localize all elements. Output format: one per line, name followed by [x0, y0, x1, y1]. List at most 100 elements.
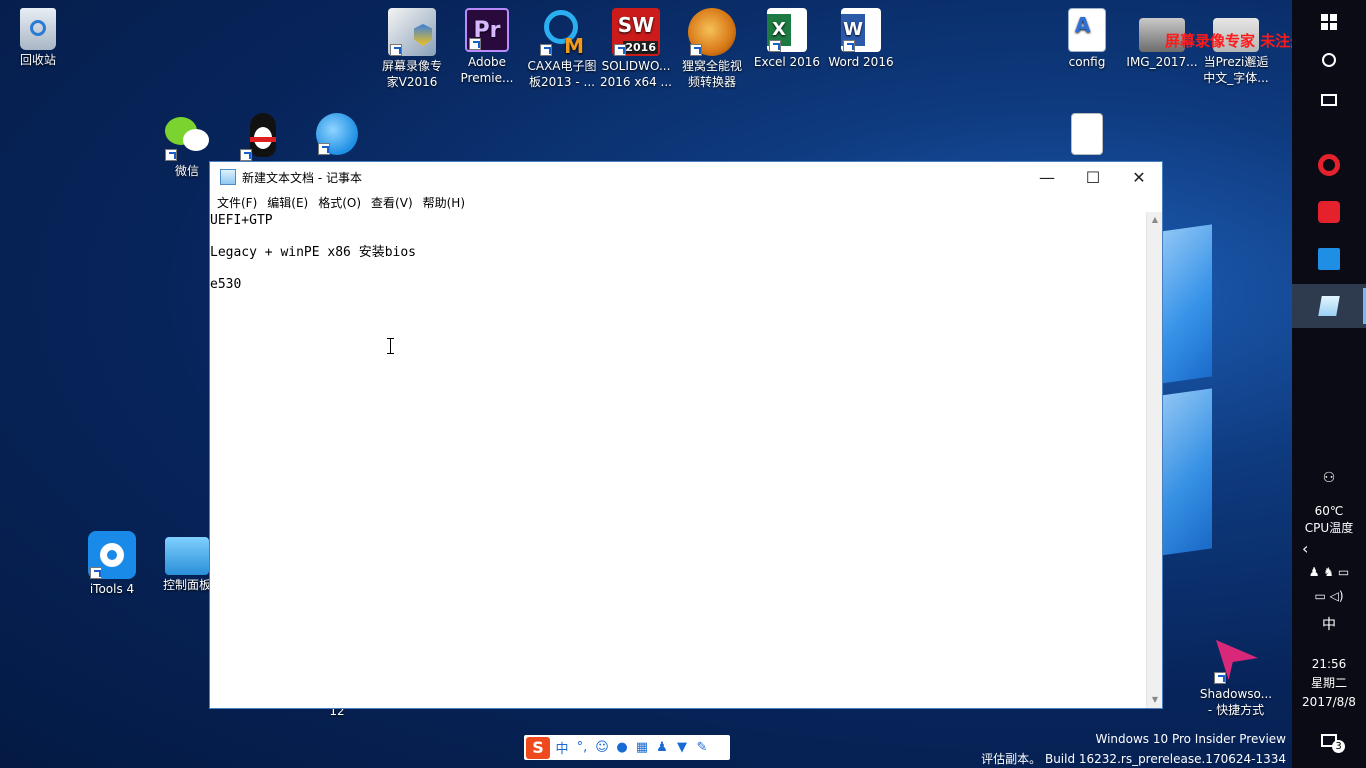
ime-toolbar[interactable]: S 中 °, ☺ ● ▦ ♟ ▼ ✎ [524, 735, 730, 760]
windows-start-icon [1321, 14, 1337, 30]
desktop-icon-label: 屏幕录像专 [381, 59, 442, 73]
skin-shirt-icon[interactable]: ▼ [674, 740, 690, 755]
word-icon: W [841, 8, 881, 52]
desktop-icon-excel[interactable]: X Excel 2016 [749, 8, 825, 70]
desktop-icon-screen-recorder[interactable]: 屏幕录像专 家V2016 [374, 8, 450, 90]
text-line: e530 [210, 277, 242, 292]
window-title: 新建文本文档 - 记事本 [242, 170, 362, 185]
task-view-button[interactable] [1292, 78, 1366, 122]
video-converter-icon [688, 8, 736, 56]
desktop-icon-label: 回收站 [19, 53, 56, 67]
qq-penguin-icon [238, 113, 286, 161]
menu-view[interactable]: 查看(V) [368, 194, 420, 211]
desktop-icon-label: Adobe [468, 55, 506, 69]
task-view-icon [1321, 94, 1337, 106]
desktop-icon-label: IMG_2017... [1126, 55, 1198, 69]
taskbar-app-blue[interactable] [1292, 237, 1366, 281]
windows-edition: Windows 10 Pro Insider Preview [1095, 732, 1286, 746]
menu-help[interactable]: 帮助(H) [420, 194, 472, 211]
wrench-icon[interactable]: ✎ [694, 740, 710, 755]
cpu-temp: 60℃ [1314, 504, 1344, 518]
microphone-icon[interactable]: ● [614, 740, 630, 755]
notification-icon: 3 [1321, 733, 1345, 753]
desktop-icon-shadowsocks[interactable]: Shadowso... - 快捷方式 [1198, 636, 1274, 718]
caxa-icon: M [538, 8, 586, 56]
desktop-icon-label: 频转换器 [687, 75, 736, 89]
ime-mode[interactable]: 中 [554, 738, 570, 757]
desktop-icon-label: 当Prezi邂逅 [1203, 55, 1269, 69]
clock-weekday[interactable]: 星期二 [1292, 675, 1366, 692]
text-line: Legacy + winPE x86 安装bios [210, 245, 417, 260]
clock-date[interactable]: 2017/8/8 [1292, 694, 1366, 711]
desktop-icon-caxa[interactable]: M CAXA电子图 板2013 - ... [524, 8, 600, 90]
chevron-left-icon[interactable]: ‹ [1292, 540, 1366, 557]
tray-icons-row1[interactable]: ♟ ♞ ▭ [1292, 564, 1366, 581]
desktop-icon-label: 狸窝全能视 [681, 59, 742, 73]
taskbar: ⚇ 60℃ CPU温度 ‹ ♟ ♞ ▭ ▭ ◁) 中 21:56 星期二 201… [1292, 0, 1366, 768]
notepad-titlebar[interactable]: 新建文本文档 - 记事本 — ☐ ✕ [210, 162, 1162, 192]
solidworks-icon: SW 2016 [612, 8, 660, 56]
wechat-icon [163, 113, 211, 161]
scroll-up-icon[interactable]: ▲ [1147, 212, 1163, 228]
windows-build: 评估副本。 Build 16232.rs_prerelease.170624-1… [981, 752, 1286, 766]
desktop-icon-recycle-bin[interactable]: 回收站 [0, 8, 76, 68]
action-center-button[interactable]: 3 [1292, 720, 1366, 760]
user-icon[interactable]: ♟ [654, 740, 670, 755]
keyboard-icon[interactable]: ▦ [634, 740, 650, 755]
desktop-icon-label: CAXA电子图 [527, 59, 597, 73]
taskbar-notepad[interactable] [1292, 284, 1366, 328]
text-line [210, 261, 1146, 277]
close-button[interactable]: ✕ [1116, 162, 1162, 192]
desktop-icon-qq[interactable] [224, 113, 300, 163]
desktop-icon-label: iTools 4 [89, 582, 135, 596]
desktop-icon-config[interactable]: A config [1049, 8, 1125, 70]
text-editor[interactable]: UEFI+GTP Legacy + winPE x86 安装bios e530 [210, 212, 1146, 708]
network-volume-icons[interactable]: ▭ ◁) [1292, 588, 1366, 605]
paper-plane-icon [1212, 636, 1260, 684]
desktop-icon-word[interactable]: W Word 2016 [823, 8, 899, 70]
control-panel-icon [165, 537, 209, 575]
cpu-temp-label: CPU温度 [1304, 521, 1354, 535]
desktop-icon-label: Word 2016 [828, 55, 894, 69]
emoji-icon[interactable]: ☺ [594, 740, 610, 755]
menu-format[interactable]: 格式(O) [315, 194, 368, 211]
cortana-button[interactable] [1292, 38, 1366, 82]
notepad-icon [220, 169, 236, 185]
desktop-icon-label: 2016 x64 ... [600, 75, 672, 89]
desktop-icon-label: Shadowso... [1199, 687, 1273, 701]
menu-file[interactable]: 文件(F) [214, 194, 264, 211]
itools-icon [88, 531, 136, 579]
notepad-window[interactable]: 新建文本文档 - 记事本 — ☐ ✕ 文件(F) 编辑(E) 格式(O) 查看(… [209, 161, 1163, 709]
ibeam-cursor-icon [387, 338, 396, 354]
sogou-logo-icon[interactable]: S [526, 736, 550, 759]
taskbar-opera[interactable] [1292, 143, 1366, 187]
people-icon[interactable]: ⚇ [1292, 470, 1366, 487]
opera-icon [1318, 154, 1340, 176]
desktop-icon-label: Excel 2016 [753, 55, 821, 69]
desktop-icon-blue-app[interactable] [299, 113, 375, 157]
desktop-icon-label: 板2013 - ... [529, 75, 595, 89]
recycle-bin-icon [20, 8, 56, 50]
menu-edit[interactable]: 编辑(E) [264, 194, 315, 211]
taskbar-netease-music[interactable] [1292, 190, 1366, 234]
desktop-icon-blank-file[interactable] [1049, 113, 1125, 157]
desktop-icon-video-converter[interactable]: 狸窝全能视 频转换器 [674, 8, 750, 90]
blue-bubble-icon [316, 113, 358, 155]
screen-recorder-icon [388, 8, 436, 56]
scroll-down-icon[interactable]: ▼ [1147, 692, 1163, 708]
ime-punctuation[interactable]: °, [574, 740, 590, 755]
maximize-button[interactable]: ☐ [1070, 162, 1116, 192]
blue-grid-app-icon [1318, 248, 1340, 270]
desktop-icon-label: 家V2016 [386, 75, 438, 89]
blank-file-icon [1071, 113, 1103, 155]
clock-time[interactable]: 21:56 [1292, 656, 1366, 673]
desktop-icon-premiere[interactable]: Pr Adobe Premie... [449, 8, 525, 86]
text-document-icon: A [1068, 8, 1106, 52]
desktop-icon-solidworks[interactable]: SW 2016 SOLIDWO... 2016 x64 ... [598, 8, 674, 90]
desktop-icon-itools[interactable]: iTools 4 [74, 531, 150, 597]
premiere-icon: Pr [465, 8, 509, 52]
vertical-scrollbar[interactable]: ▲ ▼ [1146, 212, 1162, 708]
desktop-icon-label: 中文_字体... [1203, 71, 1269, 85]
input-method-indicator[interactable]: 中 [1292, 617, 1366, 634]
minimize-button[interactable]: — [1024, 162, 1070, 192]
